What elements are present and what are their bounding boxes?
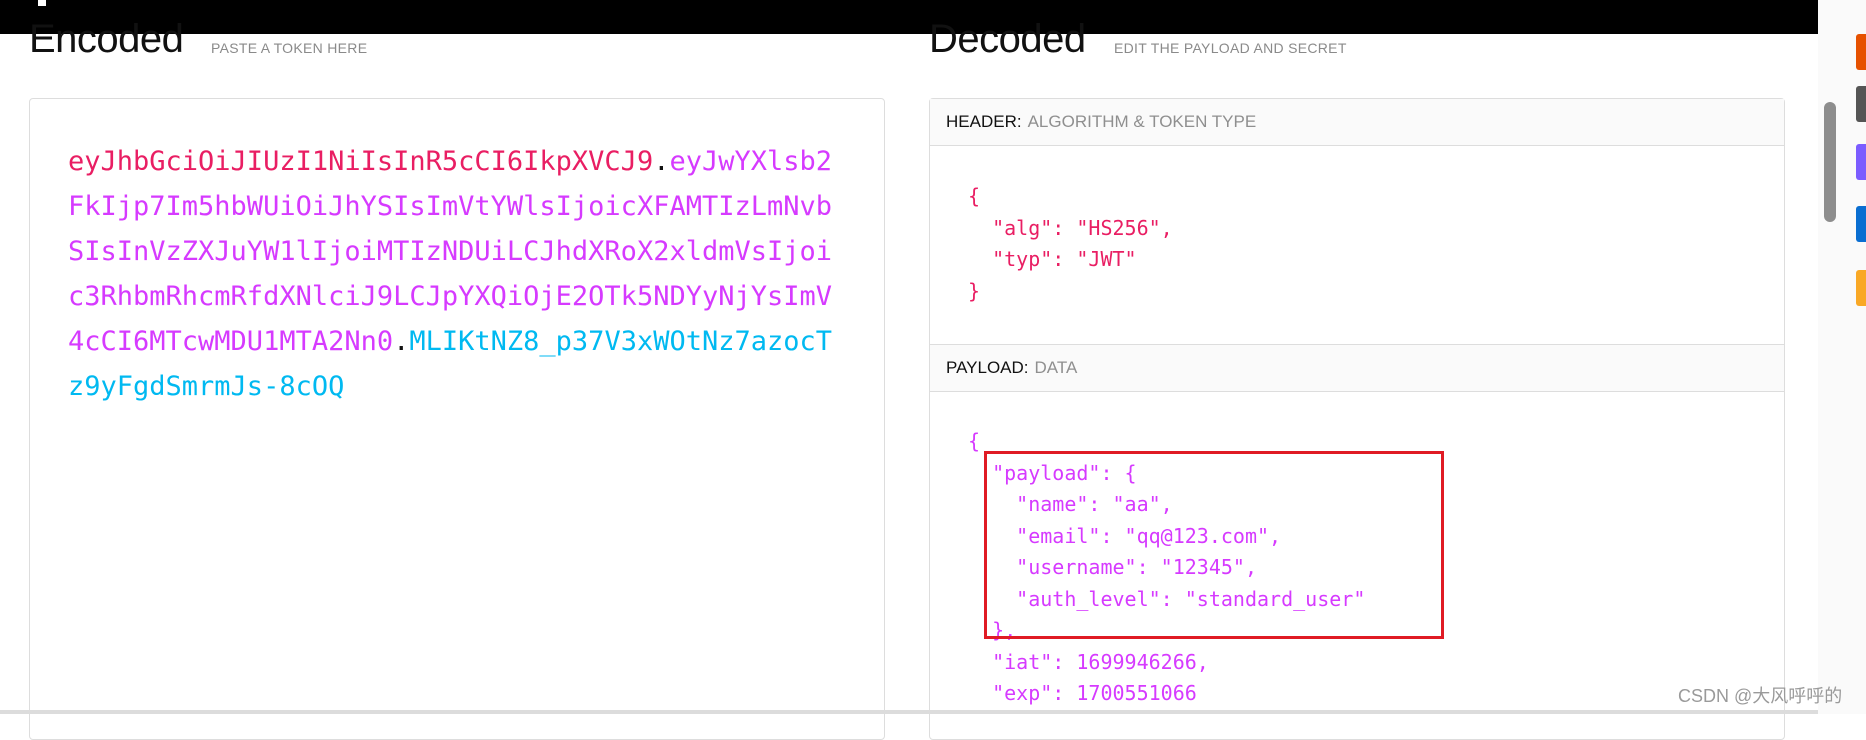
- header-label: HEADER:: [946, 112, 1022, 131]
- decoded-panel: HEADER: ALGORITHM & TOKEN TYPE { "alg": "…: [929, 98, 1785, 740]
- token-dot: .: [393, 326, 410, 357]
- scrollbar-thumb[interactable]: [1824, 102, 1836, 222]
- encoded-title: Encoded: [29, 17, 184, 61]
- header-panel-heading: HEADER: ALGORITHM & TOKEN TYPE: [930, 99, 1784, 146]
- dock-app-icon[interactable]: [1856, 86, 1866, 122]
- payload-desc: DATA: [1034, 358, 1078, 377]
- top-bar: [0, 0, 1818, 34]
- token-header-part: eyJhbGciOiJIUzI1NiIsInR5cCI6IkpXVCJ9: [68, 146, 654, 177]
- decoded-hint: EDIT THE PAYLOAD AND SECRET: [1114, 40, 1347, 56]
- dock-app-icon[interactable]: [1856, 144, 1866, 180]
- token-text[interactable]: eyJhbGciOiJIUzI1NiIsInR5cCI6IkpXVCJ9.eyJ…: [68, 139, 848, 409]
- header-json-editor[interactable]: { "alg": "HS256", "typ": "JWT" }: [968, 181, 1173, 307]
- decoded-title: Decoded: [929, 17, 1086, 61]
- red-highlight-box: [984, 451, 1444, 639]
- dock-app-icon[interactable]: [1856, 34, 1866, 70]
- bottom-edge: [0, 710, 1818, 714]
- logo-fragment: [38, 0, 46, 6]
- encoded-hint: PASTE A TOKEN HERE: [211, 40, 368, 56]
- encoded-token-editor[interactable]: eyJhbGciOiJIUzI1NiIsInR5cCI6IkpXVCJ9.eyJ…: [29, 98, 885, 740]
- dock-app-icon[interactable]: [1856, 270, 1866, 306]
- payload-panel-heading: PAYLOAD: DATA: [930, 345, 1784, 392]
- watermark: CSDN @大风呼呼的: [1678, 686, 1843, 706]
- dock-app-icon[interactable]: [1856, 206, 1866, 242]
- token-dot: .: [653, 146, 670, 177]
- payload-label: PAYLOAD:: [946, 358, 1029, 377]
- header-desc: ALGORITHM & TOKEN TYPE: [1027, 112, 1257, 131]
